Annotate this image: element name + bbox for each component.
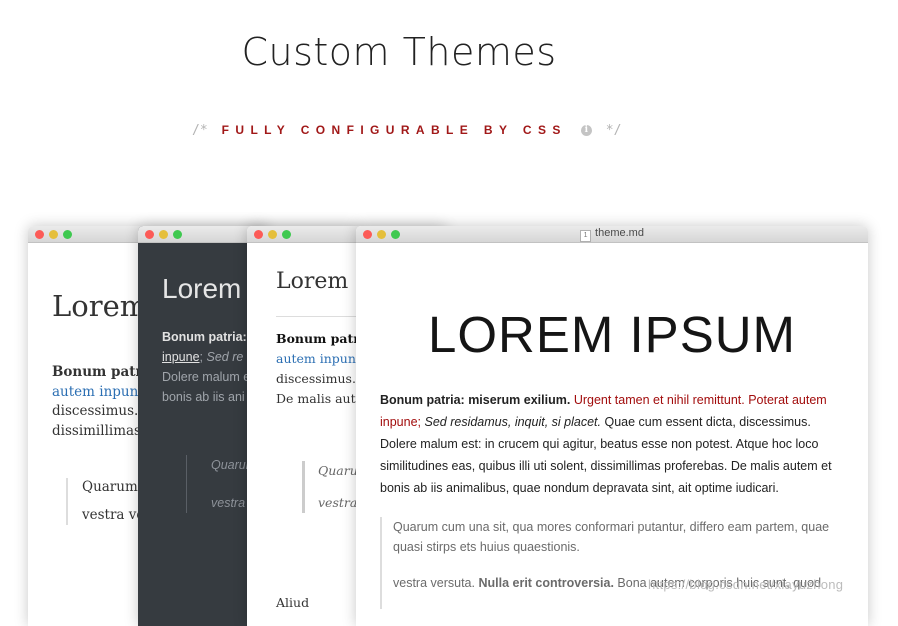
doc-heading: Lorem: [162, 273, 242, 304]
paragraph-italic: Sed re: [206, 350, 244, 364]
markdown-file-icon: 1: [580, 230, 592, 242]
info-icon[interactable]: i: [580, 124, 592, 136]
comment-open: /*: [192, 122, 208, 138]
subtitle-line: /* FULLY CONFIGURABLE BY CSS i */: [192, 120, 621, 140]
theme-window-main: 1 theme.md LOREM IPSUM Bonum patria: mise…: [356, 226, 868, 626]
paragraph-bold: Bonum patria:: [162, 330, 247, 344]
comment-close: */: [605, 122, 622, 138]
doc-heading: LOREM IPSUM: [427, 306, 797, 363]
maximize-window-button[interactable]: [282, 230, 291, 239]
maximize-window-button[interactable]: [63, 230, 72, 239]
watermark: https://blog.csdn.net/xiayuzhong: [648, 577, 844, 592]
doc-heading: Lorem i: [276, 269, 363, 294]
doc-blockquote: Quarum cum una sit, qua mores conformari…: [380, 517, 855, 609]
doc-heading: Lorem: [52, 289, 148, 323]
minimize-window-button[interactable]: [159, 230, 168, 239]
paragraph-bold: Bonum patria: miserum exilium.: [380, 393, 571, 407]
close-window-button[interactable]: [145, 230, 154, 239]
paragraph-italic: Sed residamus, inquit, si placet.: [424, 415, 601, 429]
doc-paragraph: Bonum patria: miserum exilium. Urgent ta…: [380, 389, 850, 499]
quote-line: Quarum cum una sit, qua mores conformari…: [393, 520, 830, 554]
window-content: LOREM IPSUM Bonum patria: miserum exiliu…: [356, 243, 868, 626]
paragraph-link[interactable]: autem inpune: [52, 384, 146, 400]
quote-bold: Nulla erit controversia.: [478, 576, 614, 590]
minimize-window-button[interactable]: [49, 230, 58, 239]
window-title: 1 theme.md: [356, 227, 868, 242]
close-window-button[interactable]: [254, 230, 263, 239]
close-window-button[interactable]: [35, 230, 44, 239]
subtitle-text: FULLY CONFIGURABLE BY CSS: [221, 123, 567, 137]
maximize-window-button[interactable]: [173, 230, 182, 239]
paragraph-separator: ;: [199, 350, 204, 364]
quote-text: vestra versuta.: [393, 576, 475, 590]
paragraph-link[interactable]: inpune: [162, 350, 200, 364]
minimize-window-button[interactable]: [268, 230, 277, 239]
window-titlebar: 1 theme.md: [356, 226, 868, 243]
paragraph-link[interactable]: autem inpune: [276, 351, 363, 366]
file-name: theme.md: [595, 227, 644, 239]
page-title: Custom Themes: [241, 30, 557, 74]
